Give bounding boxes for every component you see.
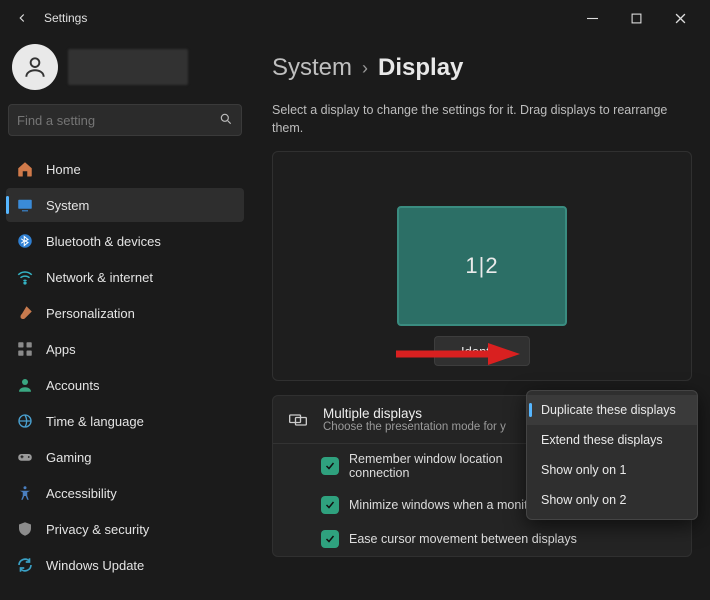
sidebar-item-bluetooth[interactable]: Bluetooth & devices	[6, 224, 244, 258]
search-input[interactable]	[8, 104, 242, 136]
sidebar-item-system[interactable]: System	[6, 188, 244, 222]
system-icon	[16, 196, 34, 214]
brush-icon	[16, 304, 34, 322]
monitor-tile[interactable]: 1|2	[397, 206, 567, 326]
update-icon	[16, 556, 34, 574]
sidebar-item-label: Privacy & security	[46, 522, 149, 537]
sidebar: Home System Bluetooth & devices Network …	[0, 36, 250, 600]
minimize-button[interactable]	[570, 4, 614, 32]
person-icon	[16, 376, 34, 394]
displays-icon	[287, 409, 309, 431]
accessibility-icon	[16, 484, 34, 502]
sidebar-item-accessibility[interactable]: Accessibility	[6, 476, 244, 510]
checkbox-checked-icon[interactable]	[321, 496, 339, 514]
checkbox-checked-icon[interactable]	[321, 457, 339, 475]
back-button[interactable]	[8, 4, 36, 32]
monitor-label: 1|2	[465, 253, 498, 279]
dropdown-item-show1[interactable]: Show only on 1	[527, 455, 697, 485]
titlebar: Settings	[0, 0, 710, 36]
sidebar-item-label: Personalization	[46, 306, 135, 321]
sidebar-item-label: Time & language	[46, 414, 144, 429]
sidebar-item-label: Network & internet	[46, 270, 153, 285]
shield-icon	[16, 520, 34, 538]
check-label-line2: connection	[349, 466, 503, 480]
home-icon	[16, 160, 34, 178]
checkbox-checked-icon[interactable]	[321, 530, 339, 548]
account-header[interactable]	[6, 40, 244, 94]
check-ease-cursor[interactable]: Ease cursor movement between displays	[273, 522, 691, 556]
sidebar-item-network[interactable]: Network & internet	[6, 260, 244, 294]
sidebar-item-update[interactable]: Windows Update	[6, 548, 244, 582]
sidebar-item-label: Accessibility	[46, 486, 117, 501]
breadcrumb-parent[interactable]: System	[272, 54, 352, 82]
account-name-redacted	[68, 49, 188, 85]
identify-button[interactable]: Identify	[434, 336, 530, 366]
wifi-icon	[16, 268, 34, 286]
nav-list: Home System Bluetooth & devices Network …	[6, 152, 244, 582]
sidebar-item-accounts[interactable]: Accounts	[6, 368, 244, 402]
main-panel: System › Display Select a display to cha…	[250, 36, 710, 600]
close-button[interactable]	[658, 4, 702, 32]
group-title: Multiple displays	[323, 406, 506, 421]
presentation-mode-dropdown[interactable]: Duplicate these displays Extend these di…	[526, 390, 698, 520]
apps-icon	[16, 340, 34, 358]
display-arrangement-box[interactable]: 1|2 Identify	[272, 151, 692, 381]
sidebar-item-label: Apps	[46, 342, 76, 357]
window-title: Settings	[44, 11, 87, 25]
dropdown-item-duplicate[interactable]: Duplicate these displays	[527, 395, 697, 425]
page-description: Select a display to change the settings …	[272, 102, 682, 137]
sidebar-item-personalization[interactable]: Personalization	[6, 296, 244, 330]
page-title: Display	[378, 54, 463, 82]
search-field[interactable]	[17, 113, 219, 128]
globe-clock-icon	[16, 412, 34, 430]
dropdown-item-extend[interactable]: Extend these displays	[527, 425, 697, 455]
sidebar-item-apps[interactable]: Apps	[6, 332, 244, 366]
sidebar-item-home[interactable]: Home	[6, 152, 244, 186]
search-icon	[219, 112, 233, 129]
maximize-button[interactable]	[614, 4, 658, 32]
sidebar-item-label: Gaming	[46, 450, 92, 465]
sidebar-item-label: Home	[46, 162, 81, 177]
sidebar-item-label: Bluetooth & devices	[46, 234, 161, 249]
group-subtitle: Choose the presentation mode for y	[323, 421, 506, 433]
breadcrumb: System › Display	[272, 54, 692, 82]
sidebar-item-label: Accounts	[46, 378, 99, 393]
sidebar-item-label: Windows Update	[46, 558, 144, 573]
sidebar-item-time[interactable]: Time & language	[6, 404, 244, 438]
gamepad-icon	[16, 448, 34, 466]
check-label: Remember window location	[349, 452, 503, 466]
bluetooth-icon	[16, 232, 34, 250]
avatar	[12, 44, 58, 90]
check-label: Ease cursor movement between displays	[349, 532, 577, 546]
sidebar-item-gaming[interactable]: Gaming	[6, 440, 244, 474]
sidebar-item-privacy[interactable]: Privacy & security	[6, 512, 244, 546]
dropdown-item-show2[interactable]: Show only on 2	[527, 485, 697, 515]
sidebar-item-label: System	[46, 198, 89, 213]
chevron-right-icon: ›	[362, 58, 368, 79]
